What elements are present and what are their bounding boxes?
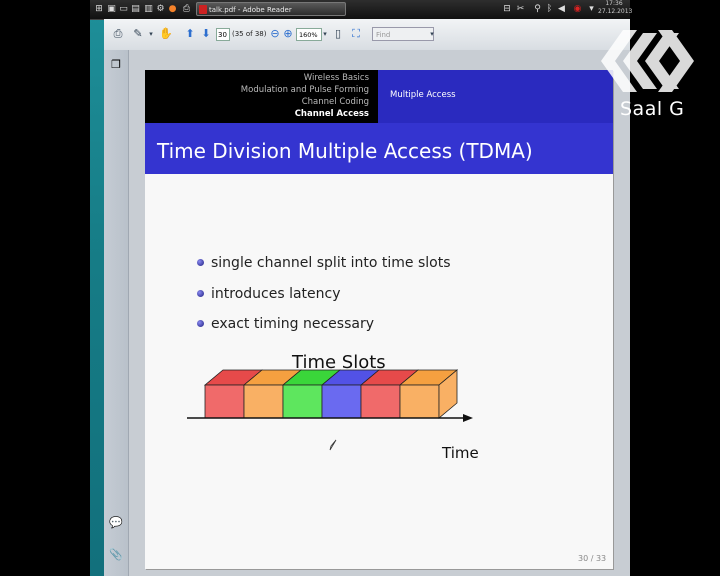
scrolling-mode-icon[interactable]: ▯ — [330, 26, 346, 42]
time-axis-label: Time — [442, 444, 479, 462]
window-icon[interactable]: ▤ — [131, 3, 140, 16]
logo-icon — [601, 30, 694, 92]
pages-panel-icon[interactable]: ❐ — [109, 58, 123, 72]
apps-icon[interactable]: ⚙ — [156, 3, 165, 16]
hand-tool-icon[interactable]: ✋ — [158, 26, 174, 42]
page-count: (35 of 38) — [232, 30, 267, 38]
navigation-pane: ❐ 💬 📎 — [104, 50, 129, 576]
toolbar: ⎙ ✎ ▾ ✋ ⬆ ⬇ 30 (35 of 38) ⊖ ⊕ 160% ▾ ▯ ⛶… — [104, 19, 630, 51]
time-slot — [243, 384, 284, 419]
time-slot-blocks — [203, 369, 459, 419]
show-desktop-icon[interactable]: ▭ — [119, 3, 128, 16]
fit-window-icon[interactable]: ⛶ — [348, 26, 364, 42]
taskbar: ⊞ ▣ ▭ ▤ ▥ ⚙ ● ⎙ talk.pdf - Adobe Reader … — [90, 0, 633, 20]
time-slot — [360, 384, 401, 419]
volume-icon[interactable]: ◀ — [557, 3, 566, 16]
watermark-text: Saal G — [620, 98, 685, 120]
start-menu-icon[interactable]: ⊞ — [94, 3, 104, 16]
clock-time: 17:36 — [605, 0, 623, 7]
clock-date: 27.12.2013 — [598, 8, 633, 15]
attachments-icon[interactable]: 📎 — [109, 548, 123, 562]
document-view[interactable]: Wireless Basics Modulation and Pulse For… — [129, 50, 630, 576]
bluetooth-icon[interactable]: ᛒ — [545, 3, 554, 16]
time-slot — [282, 384, 323, 419]
comments-icon[interactable]: 💬 — [109, 516, 123, 530]
time-slot — [399, 384, 440, 419]
tray-arrow-icon[interactable]: ▾ — [587, 3, 596, 16]
clock[interactable]: 17:36 27.12.2013 — [598, 0, 633, 16]
file-manager-icon[interactable]: ▥ — [144, 3, 153, 16]
slide-page: Wireless Basics Modulation and Pulse For… — [145, 70, 613, 569]
print-icon[interactable]: ⎙ — [110, 26, 126, 42]
update-icon[interactable]: ◉ — [573, 3, 582, 16]
next-page-icon[interactable]: ⬇ — [198, 26, 214, 42]
find-dropdown-icon[interactable]: ▾ — [424, 26, 440, 42]
terminal-icon[interactable]: ▣ — [107, 3, 116, 16]
adobe-reader-window: ⎙ ✎ ▾ ✋ ⬆ ⬇ 30 (35 of 38) ⊖ ⊕ 160% ▾ ▯ ⛶… — [104, 19, 630, 576]
pdf-icon — [199, 5, 207, 14]
previous-page-icon[interactable]: ⬆ — [182, 26, 198, 42]
mouse-cursor-icon — [329, 439, 337, 451]
slide-page-number: 30 / 33 — [578, 554, 607, 563]
time-slot — [204, 384, 245, 419]
time-slot — [321, 384, 362, 419]
zoom-in-icon[interactable]: ⊕ — [280, 26, 296, 42]
network-icon[interactable]: ⊟ — [502, 3, 512, 16]
firefox-icon[interactable]: ● — [168, 3, 177, 16]
tools-icon[interactable]: ✂ — [516, 3, 525, 16]
time-axis-arrowhead — [463, 414, 473, 422]
task-title: talk.pdf - Adobe Reader — [209, 6, 292, 14]
printer-icon[interactable]: ⎙ — [182, 3, 191, 16]
sign-dropdown-icon[interactable]: ▾ — [143, 26, 159, 42]
task-adobe-reader[interactable]: talk.pdf - Adobe Reader — [196, 2, 346, 16]
time-slots-figure — [187, 369, 473, 451]
page-number-input[interactable]: 30 — [216, 28, 230, 41]
usb-icon[interactable]: ⚲ — [533, 3, 542, 16]
